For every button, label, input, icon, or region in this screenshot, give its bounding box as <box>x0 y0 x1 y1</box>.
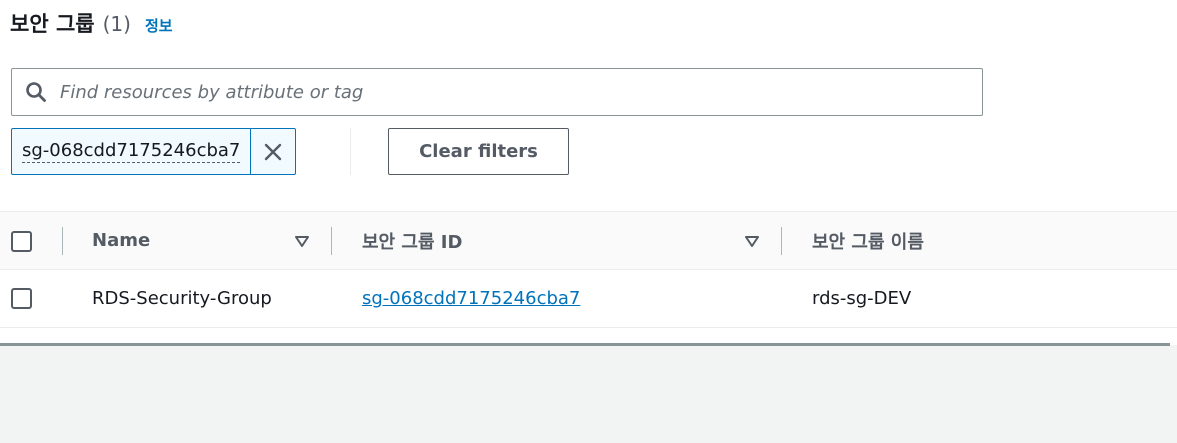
select-all-checkbox[interactable] <box>11 231 32 252</box>
table-header: Name 보안 그룹 ID 보안 그룹 이름 <box>0 211 1177 270</box>
cell-name: RDS-Security-Group <box>92 288 272 309</box>
sort-down-icon[interactable] <box>294 234 310 248</box>
column-header-group-name[interactable]: 보안 그룹 이름 <box>812 212 924 269</box>
page-title: 보안 그룹 <box>10 12 95 36</box>
column-divider[interactable] <box>331 227 332 255</box>
cell-group-id-link[interactable]: sg-068cdd7175246cba7 <box>362 270 580 327</box>
search-icon <box>12 69 60 115</box>
row-checkbox[interactable] <box>11 288 32 309</box>
filter-token: sg-068cdd7175246cba7 <box>11 128 297 175</box>
close-icon <box>265 143 282 160</box>
sort-down-icon[interactable] <box>744 234 760 248</box>
panel-header: 보안 그룹 (1) 정보 <box>10 8 173 42</box>
search-input[interactable] <box>60 70 982 114</box>
column-divider[interactable] <box>781 227 782 255</box>
info-link[interactable]: 정보 <box>145 15 173 36</box>
split-panel-resize-bar[interactable] <box>0 343 1170 346</box>
column-divider <box>62 227 63 255</box>
table-row[interactable]: RDS-Security-Group sg-068cdd7175246cba7 … <box>0 270 1177 328</box>
search-bar[interactable] <box>11 68 983 116</box>
cell-group-name: rds-sg-DEV <box>812 288 912 309</box>
filter-token-remove-button[interactable] <box>250 129 295 174</box>
clear-filters-button[interactable]: Clear filters <box>388 128 569 175</box>
filter-divider <box>350 128 351 175</box>
security-groups-panel: 보안 그룹 (1) 정보 sg-068cdd7175246cba7 Clear … <box>0 0 1177 345</box>
column-header-name[interactable]: Name <box>92 212 150 269</box>
column-header-group-id[interactable]: 보안 그룹 ID <box>362 212 462 269</box>
resource-count: (1) <box>102 12 131 36</box>
filter-token-label[interactable]: sg-068cdd7175246cba7 <box>12 129 250 174</box>
